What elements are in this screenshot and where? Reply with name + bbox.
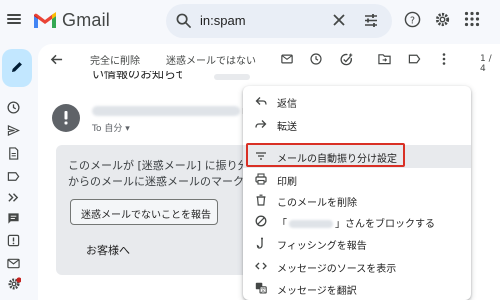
block-label-prefix: 「 xyxy=(277,219,287,230)
menu-item-label: メッセージのソースを表示 xyxy=(277,264,397,275)
search-icon[interactable] xyxy=(176,13,191,28)
svg-text:?: ? xyxy=(410,15,415,26)
search-input[interactable]: in:spam xyxy=(200,13,246,28)
snooze-clock-icon[interactable] xyxy=(310,53,322,65)
menu-item-label: このメールを削除 xyxy=(277,198,357,209)
menu-item-label: 返信 xyxy=(277,99,297,110)
delete-forever-button[interactable]: 完全に削除 xyxy=(90,52,140,67)
reply-icon xyxy=(255,97,267,105)
page-count: 1 / 4 xyxy=(480,54,492,74)
menu-item-block-sender[interactable]: 「 」さんをブロックする xyxy=(243,210,471,233)
app-logo-text: Gmail xyxy=(62,10,111,30)
label-tag-icon[interactable] xyxy=(408,53,421,65)
phishing-icon xyxy=(256,237,263,249)
warning-text-line: からのメールに迷惑メールのマークを付 xyxy=(68,175,266,188)
alert-icon xyxy=(64,111,68,125)
mark-unread-icon[interactable] xyxy=(281,53,293,65)
sender-name-redacted xyxy=(92,106,240,116)
compose-button[interactable] xyxy=(2,49,32,87)
help-icon[interactable]: ? xyxy=(404,11,421,28)
menu-item-label: メッセージを翻訳 xyxy=(277,286,357,297)
translate-icon: 文 xyxy=(255,282,267,294)
gmail-logo-icon[interactable] xyxy=(33,12,57,30)
menu-item-show-original[interactable]: メッセージのソースを表示 xyxy=(243,255,471,278)
block-label-suffix: 」さんをブロックする xyxy=(335,219,435,230)
add-task-icon[interactable] xyxy=(340,53,353,66)
settings-gear-icon[interactable] xyxy=(434,11,451,28)
forward-arrows-icon[interactable] xyxy=(7,191,20,204)
main-menu-icon[interactable] xyxy=(6,12,22,26)
search-bar[interactable]: in:spam xyxy=(166,4,392,38)
clock-icon[interactable] xyxy=(7,101,20,114)
menu-item-label: 「 」さんをブロックする xyxy=(277,215,435,230)
menu-item-label: 転送 xyxy=(277,122,297,133)
top-bar: Gmail in:spam ? xyxy=(0,0,500,44)
gmail-window: Gmail in:spam ? 完全に削除 迷惑メールではない 1 / 4 い情… xyxy=(0,0,500,300)
report-not-spam-label: 迷惑メールでないことを報告 xyxy=(81,210,211,221)
highlight-annotation-box xyxy=(246,143,405,167)
file-icon[interactable] xyxy=(7,147,20,160)
menu-item-translate[interactable]: 文 メッセージを翻訳 xyxy=(243,277,471,300)
block-icon xyxy=(255,215,267,227)
subject-text: い情報のお知らせ xyxy=(92,71,182,79)
menu-item-forward[interactable]: 転送 xyxy=(243,113,471,136)
menu-item-print[interactable]: 印刷 xyxy=(243,168,471,191)
search-options-icon[interactable] xyxy=(364,14,378,27)
gear-icon[interactable] xyxy=(7,277,21,291)
apps-grid-icon[interactable] xyxy=(464,11,480,27)
not-spam-button[interactable]: 迷惑メールではない xyxy=(166,52,256,67)
menu-item-label: 印刷 xyxy=(277,177,297,188)
pencil-icon xyxy=(12,62,22,72)
back-arrow-icon[interactable] xyxy=(50,53,63,66)
menu-item-report-phishing[interactable]: フィッシングを報告 xyxy=(243,232,471,255)
warning-text-line: このメールが [迷惑メール] に振り分け xyxy=(68,159,260,172)
print-icon xyxy=(255,173,267,185)
menu-item-delete[interactable]: このメールを削除 xyxy=(243,189,471,212)
spam-label-chip[interactable] xyxy=(214,74,250,80)
menu-item-reply[interactable]: 返信 xyxy=(243,90,471,113)
message-body-greeting: お客様へ xyxy=(86,244,130,257)
mail-icon[interactable] xyxy=(7,257,20,270)
more-vert-icon[interactable] xyxy=(442,53,446,65)
chat-icon[interactable] xyxy=(7,212,20,225)
subject-line: い情報のお知らせ xyxy=(92,71,182,79)
send-icon[interactable] xyxy=(7,124,20,137)
avatar[interactable] xyxy=(52,104,80,132)
code-icon xyxy=(255,262,267,270)
label-icon[interactable] xyxy=(7,170,20,183)
sender-name-redacted xyxy=(289,220,333,228)
forward-icon xyxy=(255,120,267,128)
move-to-folder-icon[interactable] xyxy=(378,53,391,65)
more-actions-menu: 返信 転送 メールの自動振り分け設定 印刷 このメールを削除 「」さんをブロック… xyxy=(243,86,471,300)
recipient-details[interactable]: To 自分 ▾ xyxy=(92,121,130,134)
close-icon[interactable] xyxy=(332,13,346,27)
report-not-spam-button[interactable]: 迷惑メールでないことを報告 xyxy=(70,199,218,225)
report-icon[interactable] xyxy=(7,234,20,247)
trash-icon xyxy=(256,194,266,206)
svg-text:文: 文 xyxy=(261,287,266,294)
menu-item-label: フィッシングを報告 xyxy=(277,241,367,252)
